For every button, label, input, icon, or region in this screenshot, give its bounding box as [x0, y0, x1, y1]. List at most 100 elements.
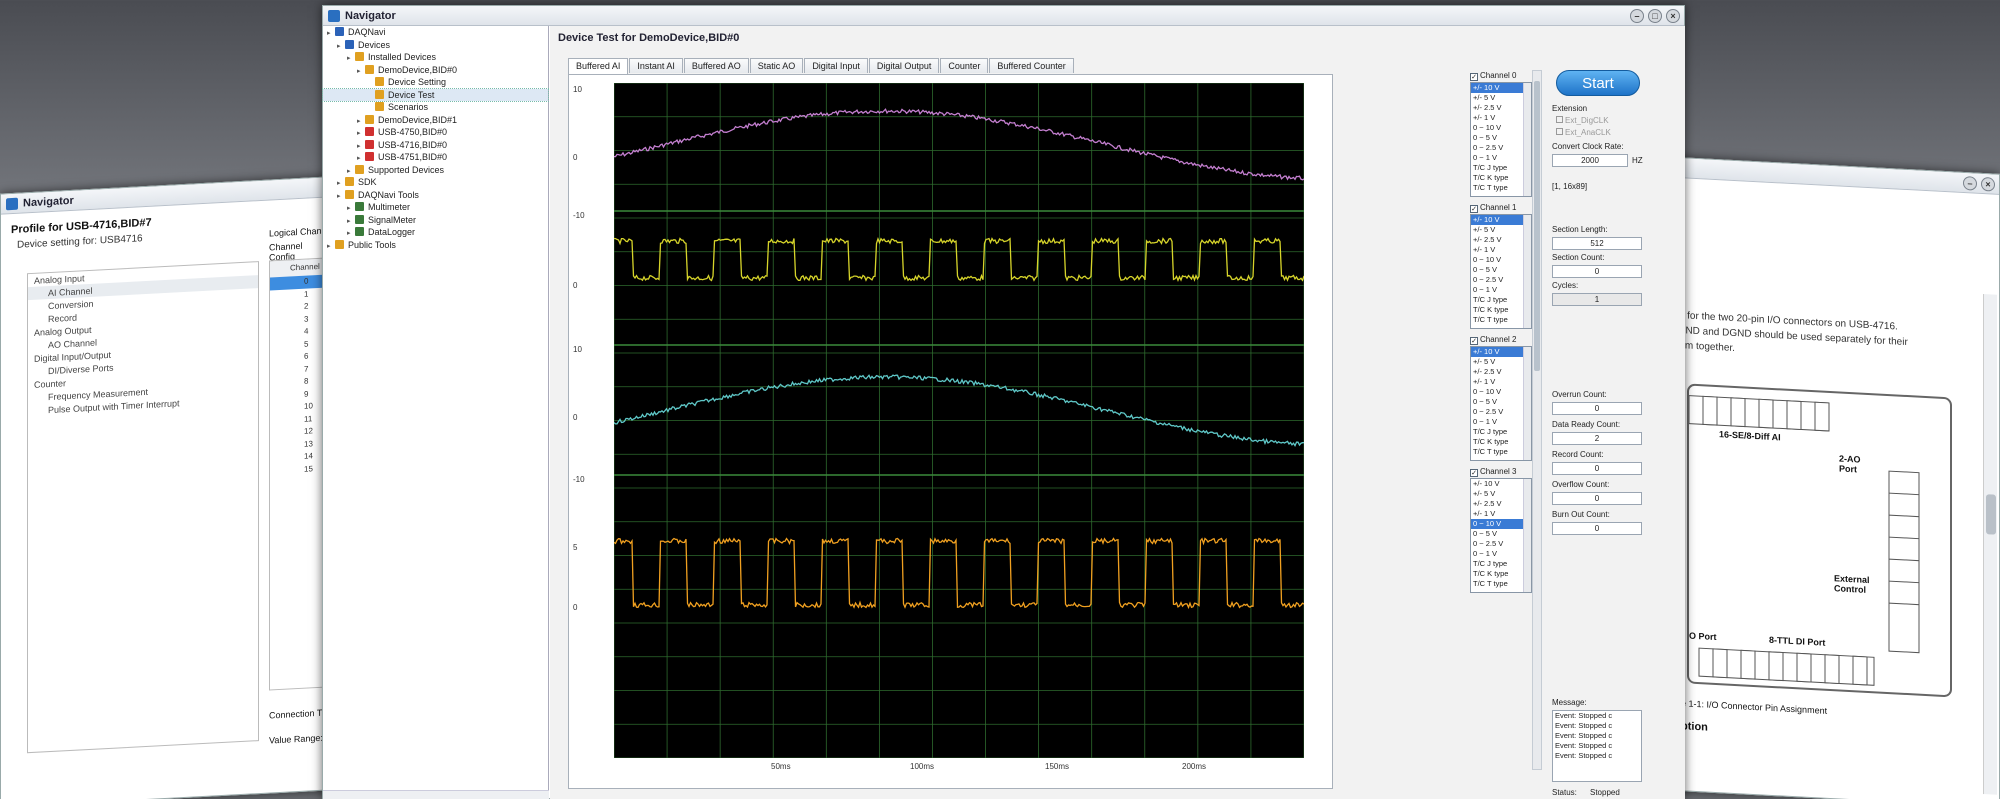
- range-option[interactable]: T/C J type: [1471, 559, 1531, 569]
- clock-rate-input[interactable]: 2000: [1552, 154, 1628, 167]
- nav-item[interactable]: ▸ DemoDevice,BID#1: [323, 114, 548, 127]
- expand-icon[interactable]: ▸: [327, 241, 335, 254]
- nav-item[interactable]: ▸ Public Tools: [323, 239, 548, 252]
- nav-item[interactable]: Device Test: [322, 87, 549, 102]
- tab-instant-ai[interactable]: Instant AI: [629, 58, 683, 73]
- range-option[interactable]: 0 ~ 2.5 V: [1471, 275, 1531, 285]
- range-option[interactable]: T/C T type: [1471, 315, 1531, 325]
- checkbox-icon[interactable]: ✓: [1470, 205, 1478, 213]
- cycles-input[interactable]: 1: [1552, 293, 1642, 306]
- range-option[interactable]: 0 ~ 1 V: [1471, 549, 1531, 559]
- minimize-icon[interactable]: –: [1963, 175, 1977, 191]
- tab-static-ao[interactable]: Static AO: [749, 58, 804, 73]
- minimize-icon[interactable]: –: [1630, 9, 1644, 23]
- nav-item[interactable]: ▸ USB-4716,BID#0: [323, 139, 548, 152]
- range-option[interactable]: +/- 10 V: [1471, 215, 1531, 225]
- range-option[interactable]: +/- 1 V: [1471, 245, 1531, 255]
- tab-counter[interactable]: Counter: [940, 58, 989, 73]
- start-button[interactable]: Start: [1556, 70, 1640, 96]
- maximize-icon[interactable]: □: [1648, 9, 1662, 23]
- ext-digclk-checkbox[interactable]: Ext_DigCLK: [1556, 116, 1609, 125]
- nav-item[interactable]: ▸ SDK: [323, 176, 548, 189]
- range-option[interactable]: +/- 2.5 V: [1471, 103, 1531, 113]
- scrollbar-thumb[interactable]: [1534, 81, 1540, 371]
- range-option[interactable]: T/C K type: [1471, 437, 1531, 447]
- section-count-input[interactable]: 0: [1552, 265, 1642, 278]
- range-option[interactable]: 0 ~ 5 V: [1471, 265, 1531, 275]
- channel-checkbox[interactable]: ✓ Channel 0: [1470, 70, 1532, 82]
- close-icon[interactable]: ×: [1981, 176, 1995, 192]
- range-option[interactable]: T/C K type: [1471, 173, 1531, 183]
- tab-buffered-ao[interactable]: Buffered AO: [683, 58, 749, 73]
- checkbox-icon[interactable]: ✓: [1470, 337, 1478, 345]
- range-option[interactable]: 0 ~ 10 V: [1471, 387, 1531, 397]
- range-option[interactable]: +/- 5 V: [1471, 357, 1531, 367]
- range-option[interactable]: +/- 5 V: [1471, 93, 1531, 103]
- message-log[interactable]: Event: Stopped c Event: Stopped c Event: S…: [1552, 710, 1642, 782]
- nav-item[interactable]: Scenarios: [323, 101, 548, 114]
- nav-item[interactable]: ▸ DAQNavi Tools: [323, 189, 548, 202]
- tab-digital-input[interactable]: Digital Input: [804, 58, 868, 73]
- range-option[interactable]: +/- 2.5 V: [1471, 499, 1531, 509]
- tab-digital-output[interactable]: Digital Output: [868, 58, 940, 73]
- range-option[interactable]: +/- 10 V: [1471, 347, 1531, 357]
- range-option[interactable]: T/C K type: [1471, 305, 1531, 315]
- close-icon[interactable]: ×: [1666, 9, 1680, 23]
- range-option[interactable]: T/C J type: [1471, 295, 1531, 305]
- list-scrollbar[interactable]: [1523, 83, 1531, 196]
- checkbox-icon[interactable]: ✓: [1470, 469, 1478, 477]
- range-option[interactable]: T/C K type: [1471, 569, 1531, 579]
- list-scrollbar[interactable]: [1523, 347, 1531, 460]
- nav-item[interactable]: ▸ DemoDevice,BID#0: [323, 64, 548, 77]
- range-option[interactable]: +/- 2.5 V: [1471, 367, 1531, 377]
- range-option[interactable]: 0 ~ 2.5 V: [1471, 539, 1531, 549]
- range-option[interactable]: 0 ~ 5 V: [1471, 529, 1531, 539]
- channel-checkbox[interactable]: ✓ Channel 3: [1470, 466, 1532, 478]
- range-option[interactable]: +/- 2.5 V: [1471, 235, 1531, 245]
- list-scrollbar[interactable]: [1523, 479, 1531, 592]
- range-option[interactable]: 0 ~ 10 V: [1471, 519, 1531, 529]
- nav-item[interactable]: ▸ Installed Devices: [323, 51, 548, 64]
- range-option[interactable]: +/- 1 V: [1471, 509, 1531, 519]
- channel-scrollbar[interactable]: [1532, 70, 1542, 770]
- section-length-input[interactable]: 512: [1552, 237, 1642, 250]
- horizontal-scrollbar[interactable]: [323, 790, 549, 799]
- list-scrollbar[interactable]: [1523, 215, 1531, 328]
- nav-item[interactable]: ▸ Devices: [323, 39, 548, 52]
- range-option[interactable]: T/C T type: [1471, 183, 1531, 193]
- range-option[interactable]: 0 ~ 10 V: [1471, 123, 1531, 133]
- navigation-tree[interactable]: ▸ DAQNavi ▸ Devices ▸ Installed Devices ▸ DemoD…: [322, 26, 549, 799]
- range-option[interactable]: +/- 5 V: [1471, 489, 1531, 499]
- range-option[interactable]: 0 ~ 1 V: [1471, 417, 1531, 427]
- range-option[interactable]: 0 ~ 2.5 V: [1471, 407, 1531, 417]
- nav-item[interactable]: ▸ DAQNavi: [323, 26, 548, 39]
- vertical-scrollbar[interactable]: [1983, 294, 1997, 795]
- nav-item[interactable]: ▸ Supported Devices: [323, 164, 548, 177]
- range-option[interactable]: +/- 10 V: [1471, 479, 1531, 489]
- settings-tree[interactable]: Analog Input AI Channel Conversion Record An…: [27, 261, 259, 754]
- range-list[interactable]: +/- 10 V +/- 5 V +/- 2.5 V +/- 1 V0 ~ 10 V0…: [1470, 82, 1532, 197]
- nav-item[interactable]: ▸ DataLogger: [323, 226, 548, 239]
- range-list[interactable]: +/- 10 V +/- 5 V +/- 2.5 V +/- 1 V0 ~ 10 V0…: [1470, 346, 1532, 461]
- range-option[interactable]: 0 ~ 5 V: [1471, 133, 1531, 143]
- scrollbar-thumb[interactable]: [1986, 494, 1996, 535]
- range-option[interactable]: +/- 5 V: [1471, 225, 1531, 235]
- range-option[interactable]: 0 ~ 1 V: [1471, 153, 1531, 163]
- range-option[interactable]: 0 ~ 5 V: [1471, 397, 1531, 407]
- tab-buffered-counter[interactable]: Buffered Counter: [989, 58, 1074, 73]
- nav-item[interactable]: ▸ Multimeter: [323, 201, 548, 214]
- table-row[interactable]: 15: [270, 462, 330, 478]
- range-option[interactable]: T/C J type: [1471, 163, 1531, 173]
- range-option[interactable]: T/C T type: [1471, 447, 1531, 457]
- waveform-plot[interactable]: [614, 83, 1304, 758]
- range-option[interactable]: 0 ~ 1 V: [1471, 285, 1531, 295]
- channel-checkbox[interactable]: ✓ Channel 1: [1470, 202, 1532, 214]
- nav-item[interactable]: ▸ USB-4750,BID#0: [323, 126, 548, 139]
- nav-item[interactable]: ▸ SignalMeter: [323, 214, 548, 227]
- range-option[interactable]: T/C T type: [1471, 579, 1531, 589]
- ext-anaclk-checkbox[interactable]: Ext_AnaCLK: [1556, 128, 1611, 137]
- checkbox-icon[interactable]: ✓: [1470, 73, 1478, 81]
- nav-item[interactable]: Device Setting: [323, 76, 548, 89]
- range-option[interactable]: +/- 1 V: [1471, 377, 1531, 387]
- nav-item[interactable]: ▸ USB-4751,BID#0: [323, 151, 548, 164]
